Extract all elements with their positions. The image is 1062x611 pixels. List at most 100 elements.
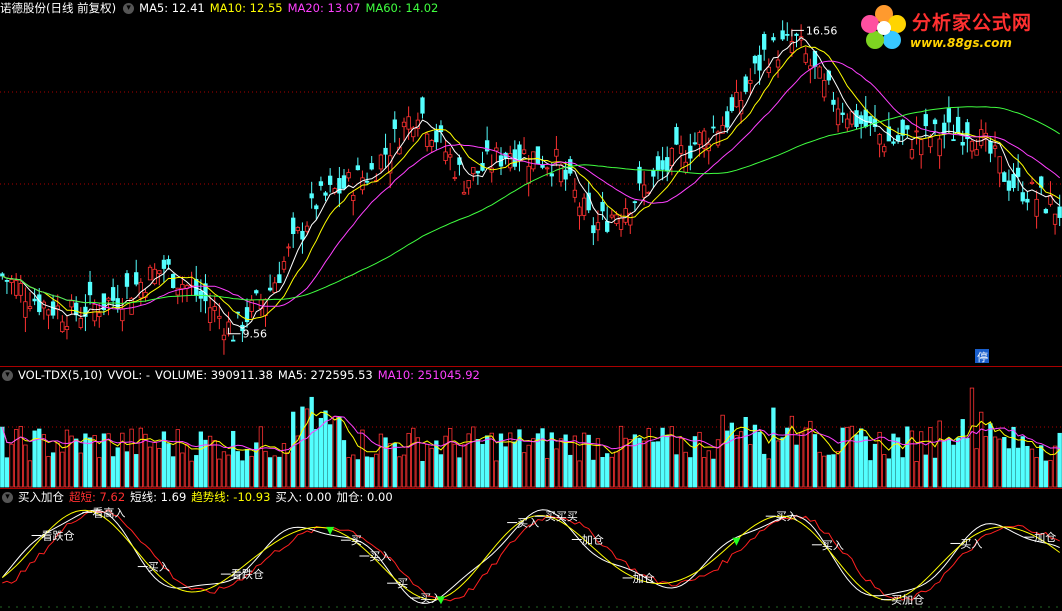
candle-body [318, 181, 324, 186]
volume-bar [180, 452, 185, 488]
candle-body [466, 180, 471, 189]
volume-label: MA5: 272595.53 [277, 368, 373, 382]
candle-body [110, 287, 116, 301]
volume-bar [674, 454, 679, 488]
candle-body [92, 303, 97, 322]
candle-body [1020, 192, 1025, 202]
volume-bar [194, 455, 199, 488]
candle-body [1029, 181, 1035, 184]
volume-bar [46, 455, 51, 488]
volume-bar [286, 452, 291, 488]
candle-body [369, 163, 374, 170]
signal-label: 买入 [369, 550, 391, 563]
signal-label: 加仓 [633, 571, 655, 585]
candle-body [1025, 198, 1030, 203]
volume-bar [37, 428, 42, 488]
candle-body [591, 225, 596, 234]
candle-body [632, 201, 638, 204]
volume-bar [568, 454, 573, 488]
candle-body [170, 274, 176, 289]
volume-bar [1048, 460, 1053, 488]
candle-body [674, 127, 679, 145]
candle-body [32, 298, 37, 302]
volume-bar [720, 414, 725, 488]
candle-body [923, 114, 928, 127]
chevron-down-icon[interactable]: ▾ [2, 370, 13, 381]
candle-body [974, 149, 979, 156]
volume-bar [752, 424, 758, 488]
candle-body [854, 110, 859, 127]
volume-bar [1011, 426, 1016, 488]
volume-bar [766, 458, 771, 488]
indicator-label: 超短: 7.62 [69, 490, 126, 504]
candle-body [355, 165, 361, 171]
volume-bar [480, 443, 485, 488]
volume-chart-panel[interactable]: ▾ VOL-TDX(5,10) VVOL: - VOLUME: 390911.38 MA… [0, 366, 1062, 489]
signal-label: 买入 [822, 539, 844, 552]
candle-body [475, 170, 481, 174]
candle-body [877, 134, 882, 145]
candle-body [757, 54, 762, 71]
volume-bar [872, 443, 878, 488]
volume-bar [965, 437, 970, 488]
chevron-down-icon[interactable]: ▾ [123, 3, 135, 14]
candle-body [1034, 198, 1039, 217]
candle-body [909, 149, 915, 159]
volume-bar [420, 460, 425, 488]
indicator-chart-panel[interactable]: ▾ 买入加仓 超短: 7.62 短线: 1.69 趋势线: -10.93 买入: 0.00… [0, 488, 1062, 611]
candle-body [1015, 167, 1021, 177]
volume-bar [18, 426, 23, 488]
volume-bar [489, 432, 494, 488]
volume-bar [771, 407, 776, 488]
candle-body [23, 301, 28, 318]
volume-label: VVOL: - [107, 368, 151, 382]
candle-body [87, 281, 93, 296]
candle-body [351, 194, 356, 201]
volume-bar [406, 432, 411, 488]
volume-bar [858, 428, 864, 488]
volume-bar [78, 452, 83, 488]
signal-label: 看跌仓 [42, 528, 75, 542]
volume-bar [540, 428, 545, 488]
candle-body [434, 130, 439, 143]
candle-body [623, 208, 628, 223]
candle-body [217, 315, 222, 319]
price-chart-panel[interactable]: 诺德股份(日线 前复权) ▾ MA5: 12.41 MA10: 12.55 MA20: … [0, 0, 1062, 366]
flower-logo-icon [861, 5, 906, 49]
candle-body [669, 148, 674, 167]
candle-body [254, 290, 259, 294]
indicator-lines-chart[interactable]: 看跌仓看高入买入看跌仓买买入买买入买入 买买买加仓加仓买入买入买加仓买入 加仓 [0, 489, 1062, 611]
candle-body [120, 308, 125, 322]
candle-body [277, 274, 282, 284]
volume-bar [23, 444, 28, 488]
candle-body [563, 169, 568, 180]
candle-body [327, 175, 333, 185]
candle-body [1052, 213, 1058, 225]
candle-body [323, 192, 328, 196]
volume-bar [318, 417, 324, 488]
volume-bar [83, 433, 88, 488]
volume-bar [401, 454, 407, 488]
volume-bar [577, 460, 582, 488]
candle-body [337, 178, 342, 194]
candle-body [641, 184, 647, 198]
volume-bars-chart[interactable] [0, 367, 1062, 489]
candle-body [97, 312, 102, 317]
volume-bar [891, 433, 896, 488]
signal-label: 买入 [148, 561, 170, 574]
volume-bar [92, 435, 97, 488]
volume-bar [545, 458, 550, 488]
volume-bar [605, 453, 610, 488]
volume-bar [129, 428, 134, 488]
candle-body [660, 160, 665, 170]
candle-body [1006, 180, 1012, 191]
indicator-label: 加仓: 0.00 [336, 490, 393, 504]
candle-body [725, 111, 730, 128]
volume-bar [157, 448, 162, 488]
candle-body [992, 145, 998, 149]
chevron-down-icon[interactable]: ▾ [2, 492, 13, 503]
candle-body [605, 221, 610, 232]
volume-bar [955, 437, 961, 488]
volume-bar [267, 457, 273, 488]
candle-body [988, 140, 993, 154]
